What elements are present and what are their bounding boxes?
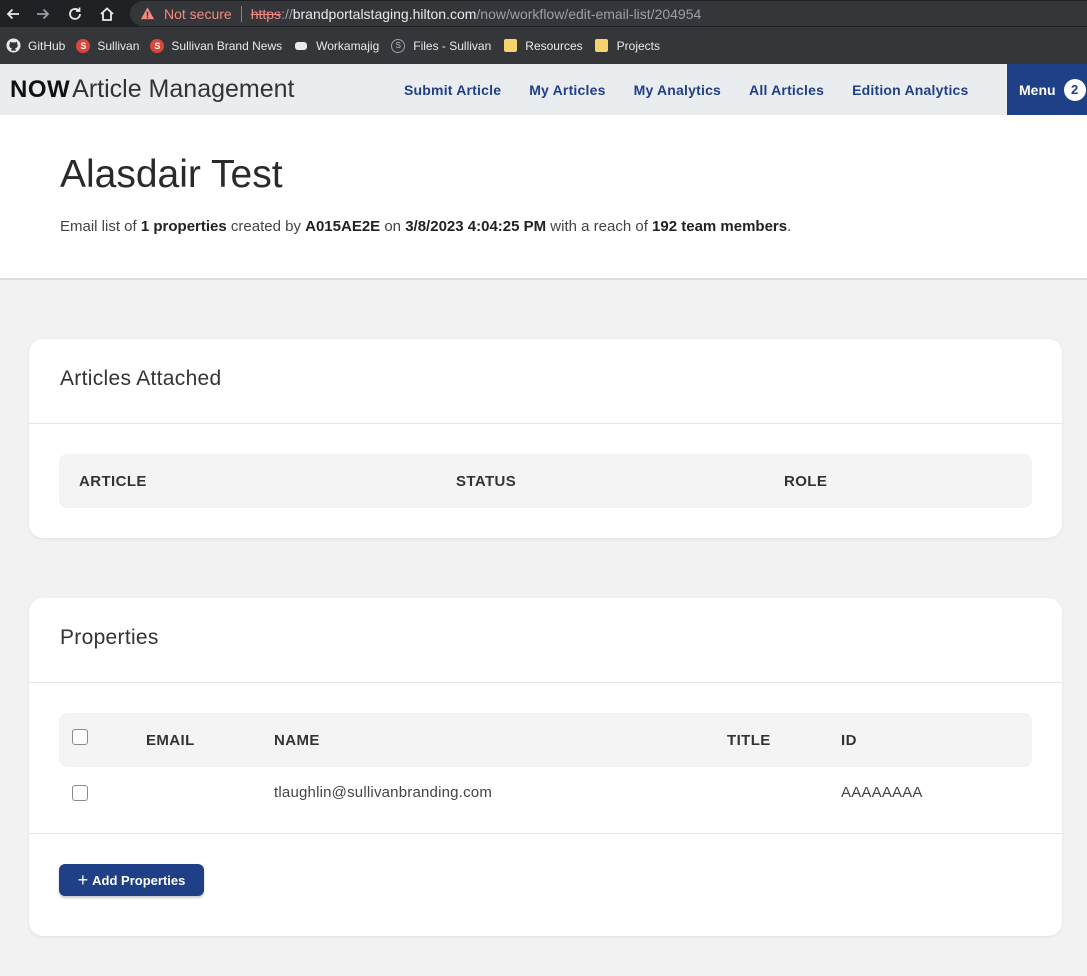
menu-label: Menu: [1019, 81, 1056, 98]
bookmark-label: Resources: [525, 38, 583, 53]
app-header: NOW Article Management Submit Article My…: [0, 64, 1087, 115]
properties-card: Properties EMAIL NAME TITLE ID tlaughlin…: [29, 598, 1062, 936]
column-header-id[interactable]: ID: [841, 713, 857, 767]
files-icon: S: [390, 38, 406, 54]
browser-toolbar: Not secure https://brandportalstaging.hi…: [0, 0, 1087, 27]
nav-edition-analytics[interactable]: Edition Analytics: [838, 82, 982, 98]
bookmark-workamajig[interactable]: Workamajig: [291, 33, 388, 59]
bookmark-github[interactable]: GitHub: [3, 33, 74, 59]
address-bar[interactable]: Not secure https://brandportalstaging.hi…: [130, 1, 1087, 26]
column-header-article[interactable]: ARTICLE: [79, 454, 147, 508]
column-header-email[interactable]: EMAIL: [146, 713, 195, 767]
nav-my-analytics[interactable]: My Analytics: [620, 82, 735, 98]
bookmark-label: Files - Sullivan: [413, 38, 492, 53]
not-secure-label[interactable]: Not secure: [164, 6, 232, 22]
nav-submit-article[interactable]: Submit Article: [390, 82, 515, 98]
divider: [29, 682, 1062, 683]
bookmark-label: GitHub: [28, 38, 66, 53]
brand-title: Article Management: [72, 75, 295, 103]
page-title: Alasdair Test: [60, 153, 283, 196]
folder-icon: [594, 38, 610, 54]
folder-icon: [502, 38, 518, 54]
bookmark-files-sullivan[interactable]: S Files - Sullivan: [388, 33, 500, 59]
plus-icon: +: [77, 870, 89, 890]
url-scheme: https: [250, 5, 282, 22]
s-icon: S: [76, 38, 91, 53]
reach-count: 192 team members: [652, 218, 788, 235]
bookmark-label: Sullivan: [97, 38, 140, 53]
cell-name: tlaughlin@sullivanbranding.com: [274, 784, 493, 801]
home-icon[interactable]: [96, 3, 118, 25]
articles-attached-card: Articles Attached ARTICLE STATUS ROLE: [29, 339, 1062, 538]
bookmark-resources[interactable]: Resources: [500, 33, 591, 59]
forward-arrow-icon[interactable]: [32, 3, 54, 25]
bookmark-label: Workamajig: [316, 38, 380, 53]
bookmarks-bar: GitHub S Sullivan S Sullivan Brand News …: [0, 27, 1087, 64]
list-summary: Email list of 1 properties created by A0…: [60, 218, 792, 235]
divider: [29, 833, 1062, 834]
github-icon: [5, 38, 21, 54]
workamajig-icon: [293, 38, 309, 54]
bookmark-label: Sullivan Brand News: [171, 38, 283, 53]
add-properties-label: Add Properties: [92, 872, 186, 888]
bookmark-projects[interactable]: Projects: [592, 33, 669, 59]
add-properties-button[interactable]: + Add Properties: [59, 864, 204, 896]
nav-all-articles[interactable]: All Articles: [735, 82, 838, 98]
properties-table-header: EMAIL NAME TITLE ID: [59, 713, 1032, 767]
reload-icon[interactable]: [64, 3, 86, 25]
url-path: /now/workflow/edit-email-list/204954: [476, 5, 702, 22]
warning-icon[interactable]: [140, 6, 156, 22]
column-header-role[interactable]: ROLE: [784, 454, 827, 508]
divider: [29, 423, 1062, 424]
menu-badge: 2: [1063, 78, 1086, 101]
card-title: Articles Attached: [60, 367, 222, 390]
brand-now: NOW: [10, 76, 71, 103]
menu-button[interactable]: Menu 2: [1007, 64, 1087, 115]
bookmark-label: Projects: [616, 38, 660, 53]
main-nav: Submit Article My Articles My Analytics …: [390, 64, 983, 115]
card-title: Properties: [60, 626, 159, 649]
back-arrow-icon[interactable]: [2, 3, 24, 25]
brand-logo[interactable]: NOW Article Management: [10, 75, 294, 104]
url-separator: ://: [281, 5, 293, 22]
bookmark-sullivan-brand-news[interactable]: S Sullivan Brand News: [148, 33, 291, 59]
creator-id: A015AE2E: [305, 218, 381, 235]
row-checkbox[interactable]: [72, 785, 88, 801]
bookmark-sullivan[interactable]: S Sullivan: [74, 33, 148, 59]
column-header-status[interactable]: STATUS: [456, 454, 516, 508]
articles-table-header: ARTICLE STATUS ROLE: [59, 454, 1032, 508]
nav-my-articles[interactable]: My Articles: [515, 82, 619, 98]
column-header-name[interactable]: NAME: [274, 713, 320, 767]
column-header-title[interactable]: TITLE: [727, 713, 771, 767]
select-all-checkbox[interactable]: [72, 729, 88, 745]
cell-id: AAAAAAAA: [841, 784, 923, 801]
created-date: 3/8/2023 4:04:25 PM: [405, 218, 547, 235]
property-count: 1 properties: [140, 218, 227, 235]
omnibox-separator: [240, 5, 242, 22]
s-icon: S: [150, 38, 165, 53]
page-header: Alasdair Test Email list of 1 properties…: [0, 115, 1087, 280]
url-host: brandportalstaging.hilton.com: [292, 5, 477, 22]
